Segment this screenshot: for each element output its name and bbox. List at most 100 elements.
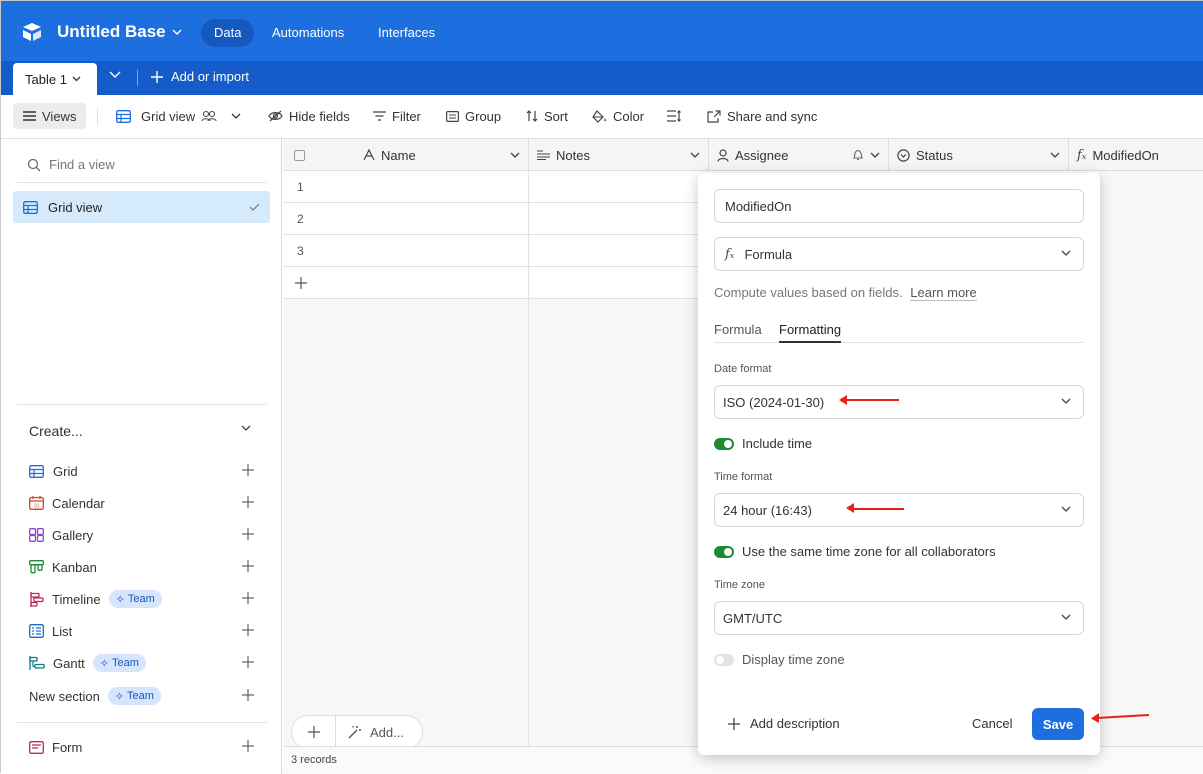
divider (97, 108, 98, 125)
chevron-down-icon (690, 152, 700, 158)
cancel-button[interactable]: Cancel (972, 716, 1012, 731)
create-item-label: New section (29, 688, 100, 704)
create-item-label: Gallery (52, 527, 94, 543)
tab-interfaces[interactable]: Interfaces (365, 19, 448, 47)
tables-dropdown-button[interactable] (109, 71, 121, 79)
filter-icon (373, 111, 386, 121)
plus-icon (242, 624, 254, 636)
add-with-ai-button[interactable]: Add... (336, 725, 404, 740)
column-header-notes[interactable]: Notes (529, 139, 709, 171)
create-kanban-item[interactable]: Kanban (29, 557, 254, 577)
base-title-button[interactable]: Untitled Base (57, 22, 182, 42)
add-label: Add... (370, 724, 404, 740)
filter-button[interactable]: Filter (373, 103, 421, 129)
views-sidebar: Find a view Grid view Create... Grid 31 … (1, 139, 282, 774)
find-view-placeholder: Find a view (49, 157, 115, 172)
include-time-label: Include time (742, 436, 813, 451)
row-height-icon (667, 110, 681, 122)
add-record-button[interactable] (292, 715, 336, 749)
create-new-section-item[interactable]: New section ✧ Team (29, 686, 254, 706)
gallery-icon (29, 528, 44, 542)
create-form-item[interactable]: Form (29, 737, 254, 757)
toggle-switch[interactable] (714, 437, 734, 450)
time-zone-label: Time zone (714, 579, 765, 591)
team-badge: ✧ Team (108, 590, 162, 608)
collapse-create-button[interactable] (241, 425, 251, 431)
plus-icon (242, 464, 254, 476)
grid-view-button[interactable]: Grid view (116, 103, 241, 129)
save-button[interactable]: Save (1032, 708, 1084, 740)
group-button[interactable]: Group (446, 103, 501, 129)
time-format-label: Time format (714, 471, 773, 483)
field-type-description: Compute values based on fields. Learn mo… (714, 285, 977, 301)
chevron-down-icon (1061, 250, 1071, 256)
same-timezone-label: Use the same time zone for all collabora… (742, 544, 996, 559)
learn-more-link[interactable]: Learn more (910, 285, 977, 301)
create-item-label: Grid (53, 463, 78, 479)
date-format-label: Date format (714, 363, 772, 375)
display-time-zone-toggle[interactable]: Display time zone (714, 652, 845, 667)
hide-fields-button[interactable]: Hide fields (268, 103, 350, 129)
kanban-icon (29, 560, 44, 574)
chevron-down-icon (1061, 614, 1071, 620)
column-header-label: ModifiedOn (1092, 147, 1159, 163)
airtable-logo-icon[interactable] (21, 22, 43, 42)
share-and-sync-button[interactable]: Share and sync (707, 103, 817, 129)
plus-icon (242, 592, 254, 604)
base-title: Untitled Base (57, 22, 166, 41)
time-zone-select[interactable]: GMT/UTC (714, 601, 1084, 635)
same-timezone-toggle[interactable]: Use the same time zone for all collabora… (714, 544, 996, 559)
column-header-assignee[interactable]: Assignee (709, 139, 889, 171)
create-timeline-item[interactable]: Timeline ✧ Team (29, 589, 254, 609)
create-section-title[interactable]: Create... (29, 423, 83, 439)
toggle-switch[interactable] (714, 545, 734, 558)
create-list-item[interactable]: List (29, 621, 254, 641)
create-grid-item[interactable]: Grid (29, 461, 254, 481)
sort-button[interactable]: Sort (526, 103, 568, 129)
select-all-checkbox[interactable] (294, 149, 305, 161)
description-text: Compute values based on fields. (714, 285, 903, 300)
plus-icon (307, 726, 320, 738)
column-header-status[interactable]: Status (889, 139, 1069, 171)
plus-icon (295, 277, 307, 289)
table-tab[interactable]: Table 1 (13, 63, 97, 95)
divider (17, 722, 267, 723)
sidebar-item-grid-view[interactable]: Grid view (13, 191, 270, 223)
time-zone-value: GMT/UTC (723, 610, 783, 626)
list-icon (29, 624, 44, 638)
field-name-input[interactable]: ModifiedOn (714, 189, 1084, 223)
add-or-import-button[interactable]: Add or import (151, 69, 249, 84)
plus-icon (242, 740, 254, 752)
column-header-label: Name (381, 147, 416, 163)
grid-view-label: Grid view (141, 108, 196, 124)
column-header-label: Assignee (735, 147, 789, 163)
divider (17, 182, 267, 183)
chevron-down-icon (870, 152, 880, 158)
grid-icon (116, 109, 131, 123)
plus-icon (242, 560, 254, 572)
plus-icon (242, 496, 254, 508)
views-button[interactable]: Views (13, 103, 87, 129)
toggle-switch[interactable] (714, 653, 734, 666)
group-label: Group (465, 108, 502, 124)
column-header-modifiedon[interactable]: 𝑓ₓ ModifiedOn (1069, 139, 1203, 171)
include-time-toggle[interactable]: Include time (714, 436, 812, 451)
tab-formatting[interactable]: Formatting (779, 322, 842, 343)
chevron-down-icon (109, 71, 121, 78)
create-gantt-item[interactable]: Gantt ✧ Team (29, 653, 254, 673)
tab-formula[interactable]: Formula (714, 322, 762, 343)
tab-data[interactable]: Data (201, 19, 255, 47)
color-button[interactable]: Color (592, 103, 644, 129)
row-height-button[interactable] (667, 103, 681, 129)
column-header-name[interactable]: Name (283, 139, 529, 171)
create-calendar-item[interactable]: 31 Calendar (29, 493, 254, 513)
grid-icon (23, 200, 38, 214)
eye-off-icon (268, 110, 283, 122)
column-header-label: Notes (556, 147, 590, 163)
add-description-button[interactable]: Add description (728, 716, 840, 731)
field-type-select[interactable]: 𝑓ₓ Formula (714, 237, 1084, 271)
create-gallery-item[interactable]: Gallery (29, 525, 254, 545)
find-view-input[interactable]: Find a view (27, 157, 115, 172)
tab-automations[interactable]: Automations (259, 19, 357, 47)
chevron-down-icon (241, 425, 251, 431)
